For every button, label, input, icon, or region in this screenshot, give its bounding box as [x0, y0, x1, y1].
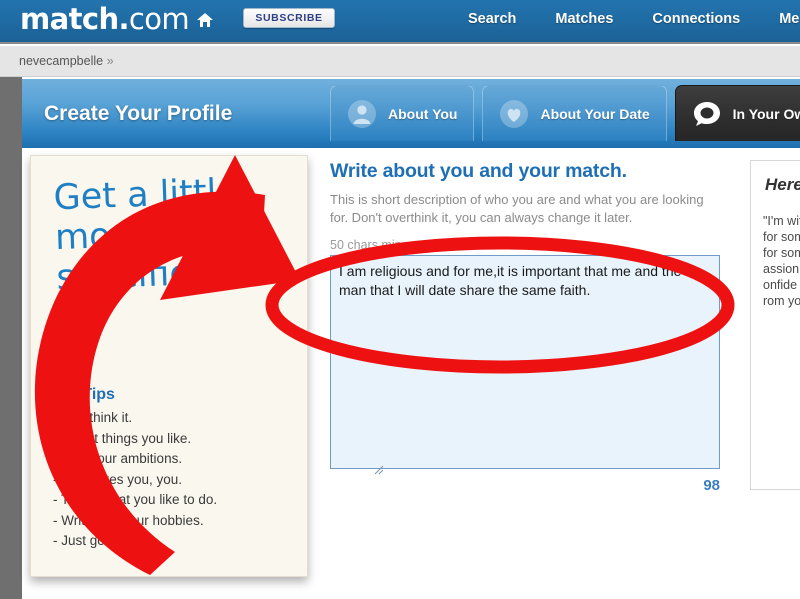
write-section: Write about you and your match. This is …: [330, 160, 722, 494]
quote-line: "I'm wit: [763, 214, 800, 228]
section-description: This is short description of who you are…: [330, 192, 704, 225]
tab-about-your-date[interactable]: About Your Date: [482, 85, 667, 141]
profile-tabs: About You About Your Date In Your Own W: [330, 85, 800, 141]
breadcrumb-chevron-icon: »: [106, 54, 114, 68]
tab-about-you[interactable]: About You: [330, 85, 475, 141]
list-item: - Ta out what you like to do.: [53, 492, 218, 507]
list-item: 't overthink it.: [53, 410, 133, 425]
person-icon: [347, 99, 377, 129]
quote-line: onfide: [763, 278, 798, 292]
breadcrumb: nevecampbelle »: [19, 54, 114, 68]
tab-in-your-own-words-label: In Your Own W: [732, 105, 800, 122]
nav-item-search[interactable]: Search: [468, 11, 516, 27]
home-icon[interactable]: [196, 12, 214, 28]
heart-icon: [499, 99, 529, 129]
speech-bubble-icon: [692, 99, 722, 129]
profile-header: Create Your Profile About You About Your…: [22, 79, 800, 148]
tab-in-your-own-words[interactable]: In Your Own W: [674, 85, 800, 141]
tab-about-your-date-label: About Your Date: [540, 105, 650, 122]
tips-card: Get a little more specific. s & Tips 't …: [30, 155, 308, 577]
nav-item-connections[interactable]: Connections: [652, 11, 740, 27]
chars-min-label: 50 chars min: [330, 238, 402, 252]
quote-line: for som: [763, 246, 800, 260]
quote-line: for som: [763, 230, 800, 244]
tips-heading: s & Tips: [53, 386, 115, 403]
page-title: Create Your Profile: [44, 102, 233, 125]
nav-item-matches[interactable]: Matches: [555, 11, 613, 27]
tab-about-you-label: About You: [388, 105, 458, 122]
example-card-heading: Here: [765, 175, 800, 194]
character-counter: 98: [703, 477, 720, 494]
quote-line: assion: [763, 262, 800, 276]
example-card: Here "I'm wit for som for som assion onf…: [750, 160, 800, 490]
left-gutter: [0, 77, 22, 599]
top-navigation-bar: match.com SUBSCRIBE Search Matches Conne…: [0, 0, 800, 44]
breadcrumb-username[interactable]: nevecampbelle: [19, 54, 103, 68]
list-item: - Just go f: [53, 533, 113, 548]
quote-line: rom yo: [763, 294, 800, 308]
main-nav-links: Search Matches Connections Mess: [468, 11, 800, 27]
subscribe-button[interactable]: SUBSCRIBE: [243, 8, 335, 28]
tips-handwritten-line2: more specific.: [54, 215, 201, 299]
list-item: - hat makes you, you.: [53, 471, 183, 487]
bio-textarea[interactable]: [330, 255, 720, 469]
section-heading: Write about you and your match.: [330, 160, 627, 182]
nav-item-messages[interactable]: Mess: [779, 11, 800, 27]
logo-dot: .: [118, 2, 130, 36]
list-item: - Write e of your hobbies.: [53, 512, 204, 528]
example-card-quote: "I'm wit for som for som assion onfide r…: [763, 213, 800, 309]
tips-list: 't overthink it. e about things you like…: [53, 408, 303, 552]
tips-handwritten-heading: Get a little more specific.: [53, 170, 297, 298]
list-item: e about things you like.: [53, 430, 192, 446]
breadcrumb-bar: nevecampbelle »: [0, 46, 800, 77]
list-item: about your ambitions.: [53, 451, 183, 466]
match-logo[interactable]: match.com: [20, 2, 190, 36]
logo-com-text: com: [128, 2, 190, 36]
logo-match-text: match: [20, 2, 119, 36]
